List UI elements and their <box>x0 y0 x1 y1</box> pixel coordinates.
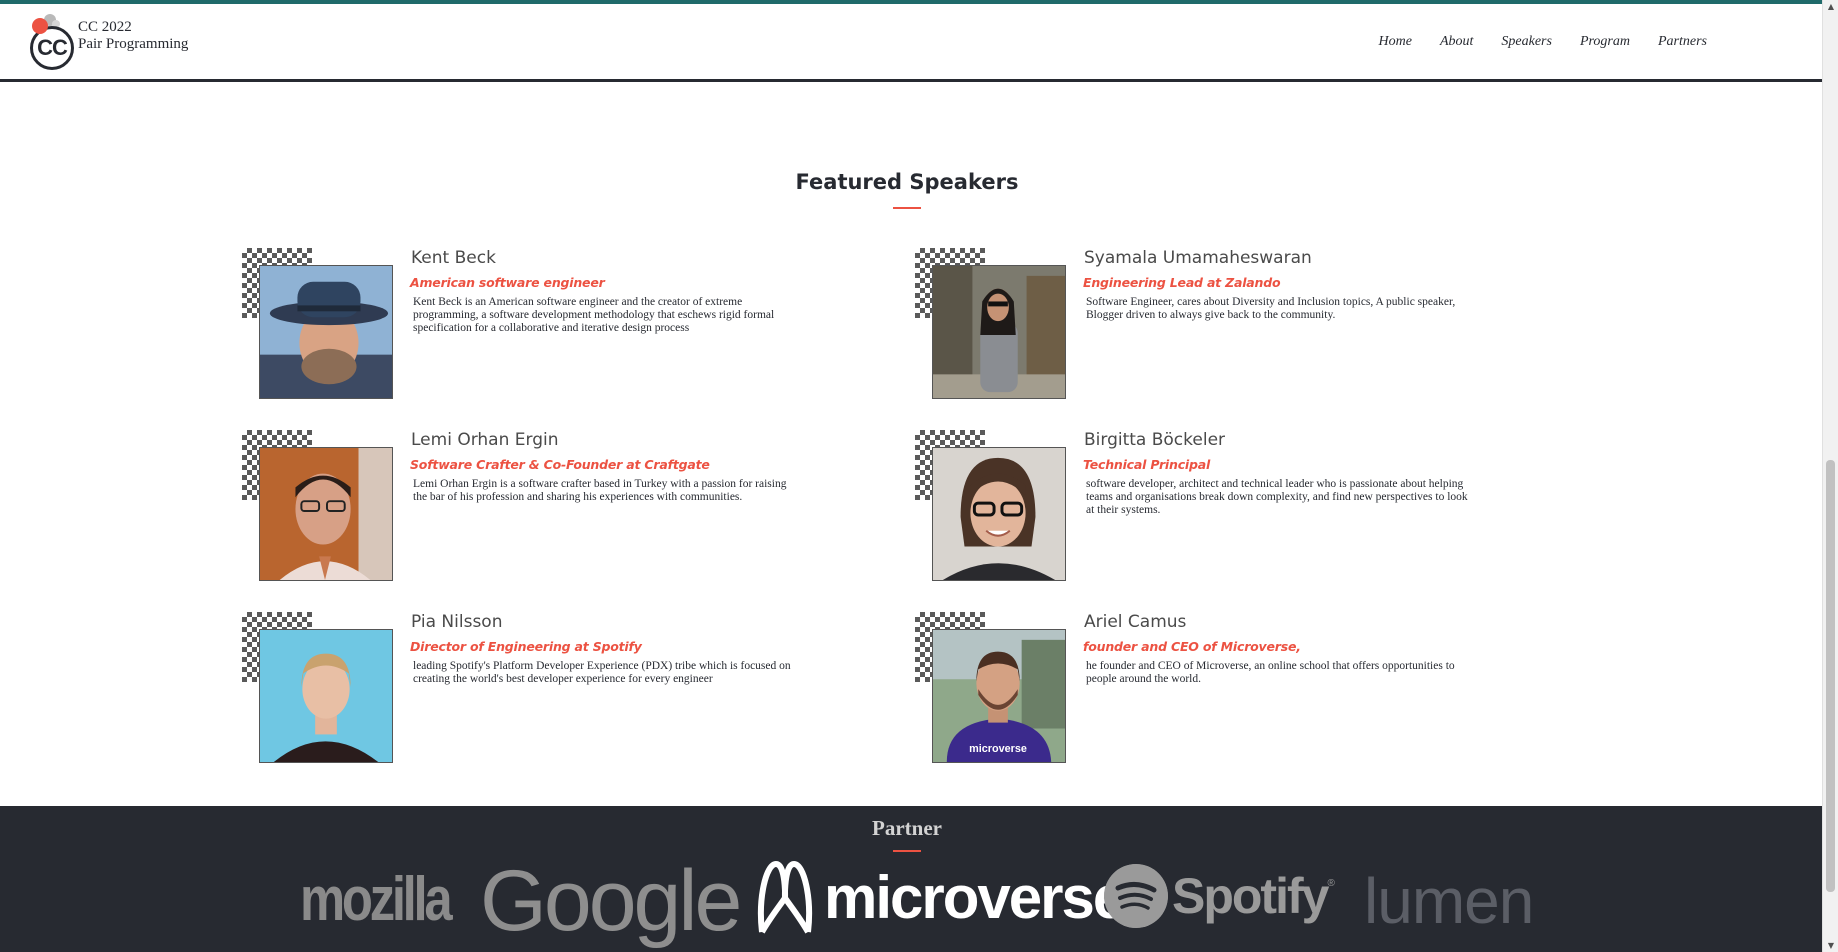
speaker-photo-wrap <box>242 612 393 772</box>
partner-logo-microverse: microverse <box>756 858 1126 936</box>
microverse-wordmark: microverse <box>824 863 1126 931</box>
title-underline <box>893 207 921 209</box>
partner-logo-spotify: Spotify ® <box>1104 864 1335 928</box>
speaker-bio: Lemi Orhan Ergin is a software crafter b… <box>413 478 787 503</box>
partners-section: Partner mozilla Google microverse Spotif… <box>0 806 1822 952</box>
speaker-photo <box>932 265 1066 399</box>
speaker-name: Birgitta Böckeler <box>1084 430 1226 450</box>
speaker-photo <box>259 265 393 399</box>
speaker-role: Director of Engineering at Spotify <box>410 639 642 654</box>
speaker-photo: microverse <box>932 629 1066 763</box>
scrollbar-thumb[interactable] <box>1826 460 1835 892</box>
speaker-role: Engineering Lead at Zalando <box>1083 275 1281 290</box>
speaker-bio: Kent Beck is an American software engine… <box>413 296 775 334</box>
speaker-photo-wrap <box>915 430 1066 590</box>
speaker-photo <box>259 629 393 763</box>
speaker-card: Syamala Umamaheswaran Engineering Lead a… <box>915 248 1515 408</box>
speaker-name: Syamala Umamaheswaran <box>1084 248 1312 268</box>
main-nav: Home About Speakers Program Partners <box>1351 34 1707 50</box>
spotify-wordmark: Spotify <box>1172 868 1329 924</box>
site-logo[interactable]: CC <box>28 10 76 70</box>
speaker-card: Lemi Orhan Ergin Software Crafter & Co-F… <box>242 430 842 590</box>
nav-program[interactable]: Program <box>1580 34 1630 50</box>
logo-red-dot-icon <box>32 18 48 34</box>
speaker-card: Kent Beck American software engineer Ken… <box>242 248 842 408</box>
partner-logo-google: Google <box>480 853 742 949</box>
speaker-name: Pia Nilsson <box>411 612 503 632</box>
nav-partners[interactable]: Partners <box>1658 34 1707 50</box>
speaker-role: American software engineer <box>410 275 605 290</box>
speaker-card: Birgitta Böckeler Technical Principal so… <box>915 430 1515 590</box>
nav-speakers[interactable]: Speakers <box>1501 34 1552 50</box>
speaker-name: Ariel Camus <box>1084 612 1187 632</box>
speaker-name: Kent Beck <box>411 248 496 268</box>
speaker-bio: Software Engineer, cares about Diversity… <box>1086 296 1456 321</box>
brand-line-1: CC 2022 <box>78 19 132 35</box>
speaker-photo-wrap <box>242 248 393 408</box>
speaker-card: Pia Nilsson Director of Engineering at S… <box>242 612 842 772</box>
speaker-role: Technical Principal <box>1083 457 1211 472</box>
microverse-mark-icon <box>758 860 812 934</box>
speaker-card: microverse Ariel Camus founder and CEO o… <box>915 612 1515 772</box>
partner-title-underline <box>893 850 921 852</box>
scroll-up-icon[interactable]: ▲ <box>1823 2 1838 11</box>
speaker-bio: he founder and CEO of Microverse, an onl… <box>1086 660 1455 685</box>
brand-name: CC 2022 Pair Programming <box>78 19 188 53</box>
nav-about[interactable]: About <box>1440 34 1473 50</box>
speaker-bio: software developer, architect and techni… <box>1086 478 1468 516</box>
logo-text: CC <box>37 35 68 60</box>
site-header: CC CC 2022 Pair Programming Home About S… <box>0 4 1822 82</box>
page-scrollbar[interactable]: ▲ ▼ <box>1822 0 1838 952</box>
partner-logo-mozilla: mozilla <box>300 865 453 934</box>
speaker-photo-wrap: microverse <box>915 612 1066 772</box>
nav-home[interactable]: Home <box>1379 34 1412 50</box>
spotify-icon <box>1104 864 1168 928</box>
registered-mark: ® <box>1327 878 1335 889</box>
brand-line-2: Pair Programming <box>78 36 189 52</box>
speaker-role: Software Crafter & Co-Founder at Craftga… <box>410 457 710 472</box>
scroll-down-icon[interactable]: ▼ <box>1823 941 1838 950</box>
speaker-photo <box>259 447 393 581</box>
speaker-photo-wrap <box>915 248 1066 408</box>
partner-title: Partner <box>872 816 942 840</box>
speaker-bio: leading Spotify's Platform Developer Exp… <box>413 660 791 685</box>
shirt-print: microverse <box>969 743 1027 755</box>
speaker-photo <box>932 447 1066 581</box>
section-title-featured-speakers: Featured Speakers <box>795 170 1019 194</box>
speaker-photo-wrap <box>242 430 393 590</box>
speaker-role: founder and CEO of Microverse, <box>1083 639 1301 654</box>
speaker-name: Lemi Orhan Ergin <box>411 430 559 450</box>
partner-logo-lumen: lumen <box>1364 865 1534 937</box>
